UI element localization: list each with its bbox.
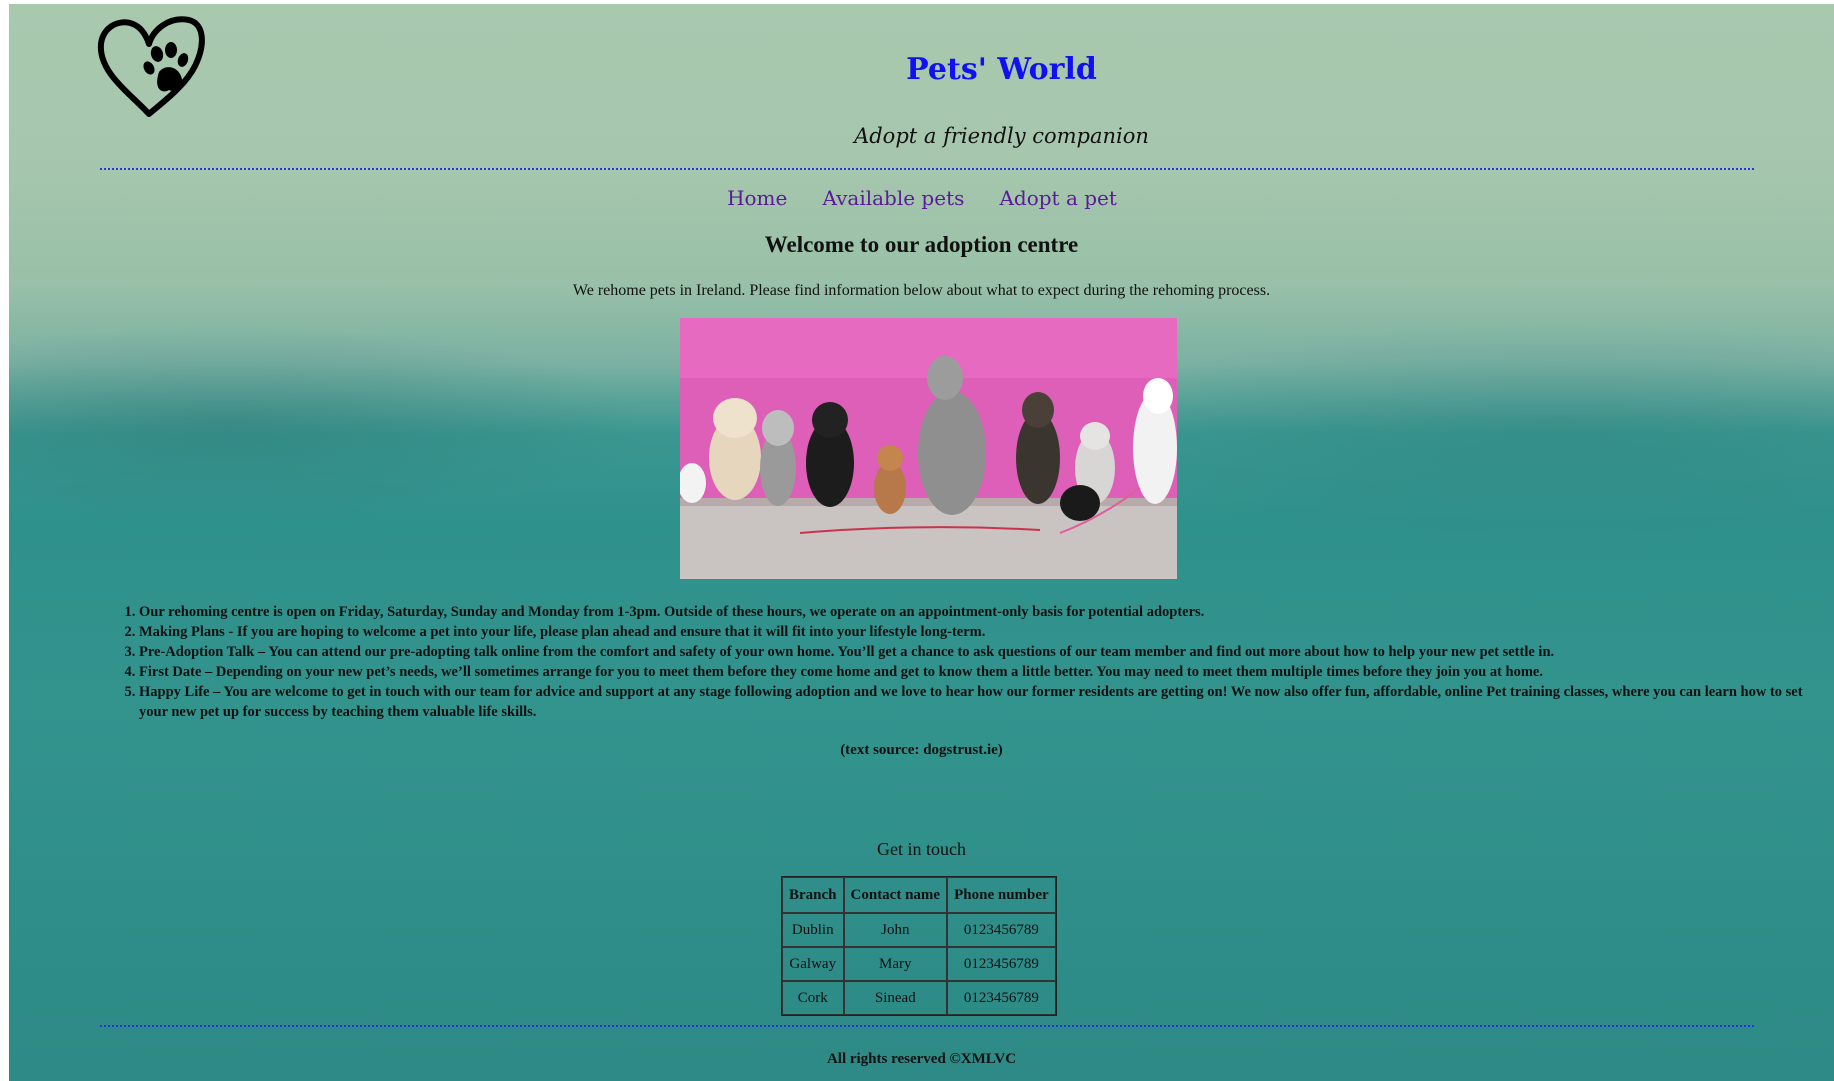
branch-cell: Dublin	[782, 913, 844, 947]
list-item: Happy Life – You are welcome to get in t…	[139, 682, 1819, 722]
branch-cell: Galway	[782, 947, 844, 981]
rehoming-steps-list: Our rehoming centre is open on Friday, S…	[105, 602, 1819, 722]
column-header-contact-name: Contact name	[843, 877, 948, 913]
welcome-heading: Welcome to our adoption centre	[764, 232, 1079, 257]
table-row: Cork Sinead 0123456789	[782, 981, 1056, 1015]
contact-name-cell: Mary	[843, 947, 948, 981]
intro-text: We rehome pets in Ireland. Please find i…	[572, 282, 1271, 299]
table-row: Galway Mary 0123456789	[782, 947, 1056, 981]
table-header-row: Branch Contact name Phone number	[782, 877, 1056, 913]
footer-copyright: All rights reserved ©XMLVC	[826, 1051, 1017, 1067]
site-title: Pets' World	[906, 52, 1097, 87]
list-item: Making Plans - If you are hoping to welc…	[139, 622, 1819, 642]
phone-number-cell: 0123456789	[947, 913, 1056, 947]
header-divider	[100, 168, 1754, 170]
column-header-phone-number: Phone number	[947, 877, 1056, 913]
table-row: Dublin John 0123456789	[782, 913, 1056, 947]
phone-number-cell: 0123456789	[947, 981, 1056, 1015]
list-item: First Date – Depending on your new pet’s…	[139, 662, 1819, 682]
dogs-hero-image	[680, 318, 1177, 579]
contact-table: Branch Contact name Phone number Dublin …	[781, 876, 1057, 1016]
list-item: Our rehoming centre is open on Friday, S…	[139, 602, 1819, 622]
branch-cell: Cork	[782, 981, 844, 1015]
site-tagline: Adopt a friendly companion	[854, 124, 1149, 148]
text-source-credit: (text source: dogstrust.ie)	[840, 742, 1003, 758]
nav-link-adopt-a-pet[interactable]: Adopt a pet	[999, 186, 1116, 210]
main-nav: Home Available pets Adopt a pet	[9, 186, 1834, 210]
nav-link-available-pets[interactable]: Available pets	[822, 186, 964, 210]
list-item: Pre-Adoption Talk – You can attend our p…	[139, 642, 1819, 662]
column-header-branch: Branch	[782, 877, 844, 913]
contact-name-cell: John	[843, 913, 948, 947]
nav-link-home[interactable]: Home	[727, 186, 787, 210]
contact-name-cell: Sinead	[843, 981, 948, 1015]
phone-number-cell: 0123456789	[947, 947, 1056, 981]
footer-divider	[100, 1025, 1754, 1027]
contact-heading: Get in touch	[877, 839, 966, 859]
page-background: Pets' World Adopt a friendly companion H…	[9, 4, 1834, 1081]
